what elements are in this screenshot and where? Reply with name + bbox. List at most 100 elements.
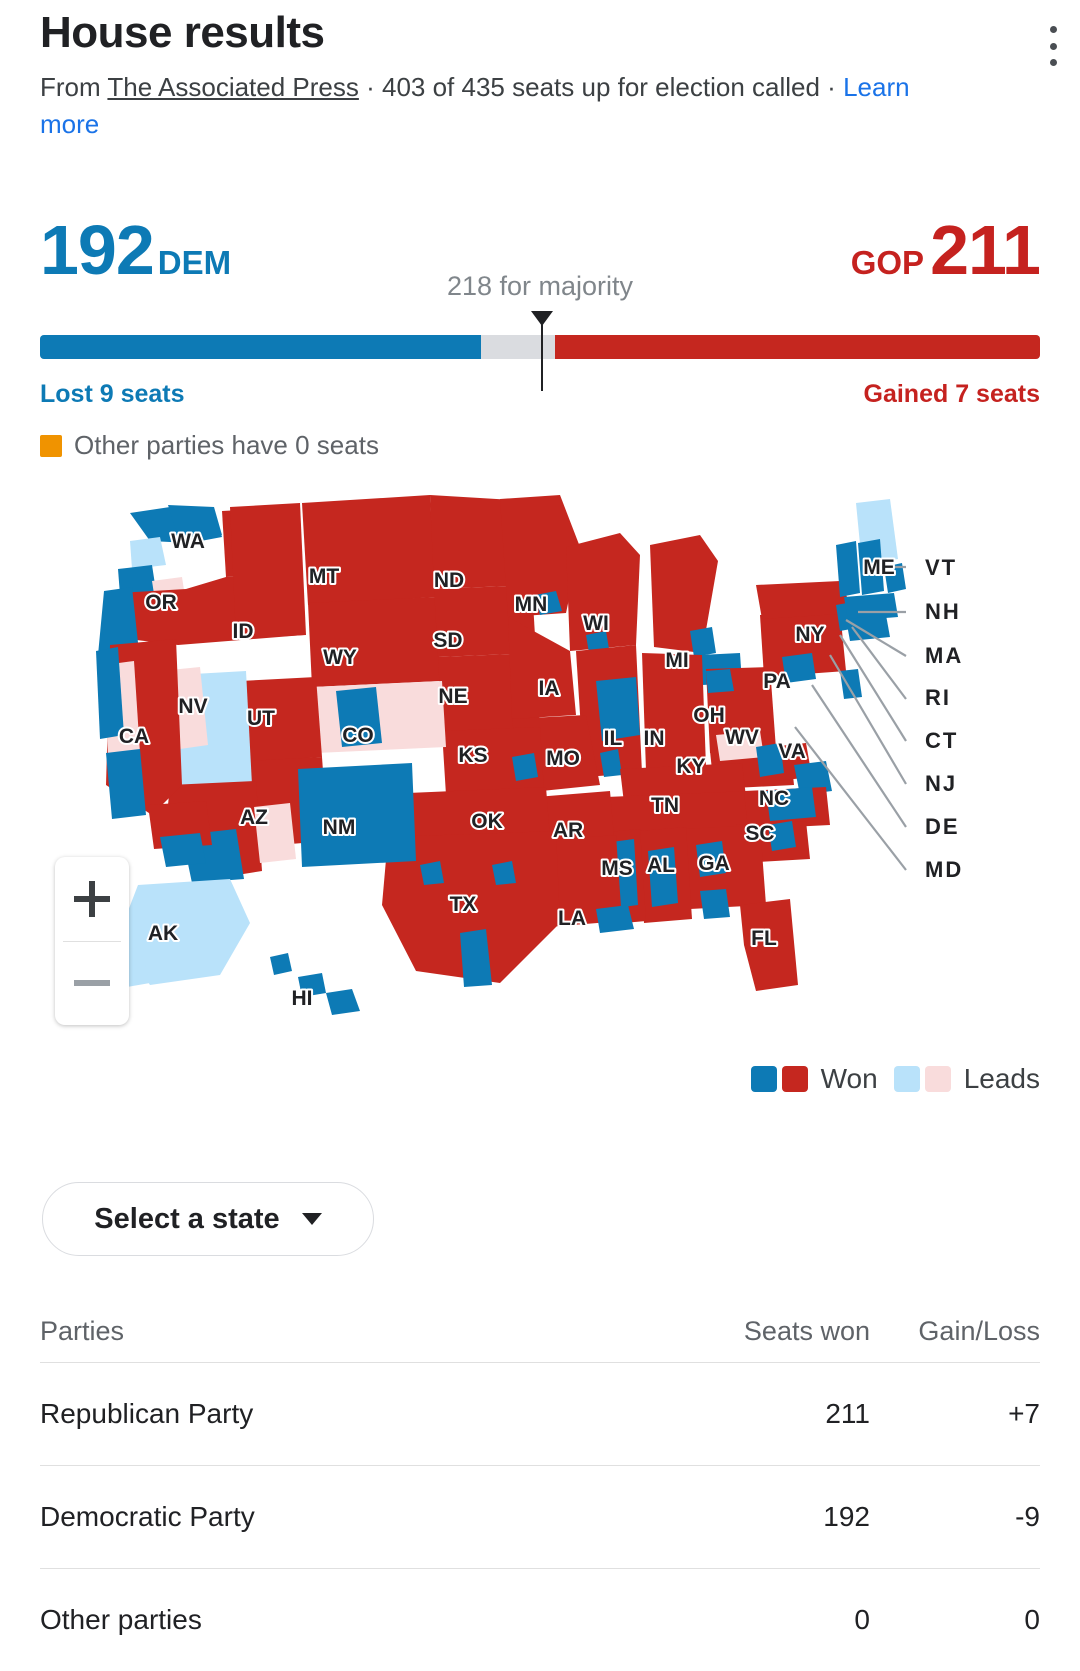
table-row: Republican Party 211 +7 bbox=[40, 1363, 1040, 1465]
map-svg[interactable]: WA OR ID MT WY ND SD NE MN IA WI MI IL IN OH PA NY WV VA KY… bbox=[0, 485, 1080, 1065]
map-state-label-tx: TX bbox=[450, 893, 477, 916]
source-prefix: From bbox=[40, 71, 108, 102]
map-state-label-nc: NC bbox=[759, 787, 789, 810]
map-state-label-or: OR bbox=[145, 591, 177, 614]
map-state-label-sd: SD bbox=[433, 629, 462, 652]
other-parties-note: Other parties have 0 seats bbox=[40, 430, 379, 461]
table-row: Other parties 0 0 bbox=[40, 1569, 1040, 1671]
cell-party-name: Republican Party bbox=[40, 1398, 254, 1429]
majority-note: 218 for majority bbox=[446, 271, 634, 301]
map-state-label-sc: SC bbox=[745, 822, 774, 845]
zoom-control-divider bbox=[63, 941, 121, 942]
other-party-swatch-icon bbox=[40, 434, 62, 457]
map-state-label-wv: WV bbox=[725, 726, 759, 749]
map-legend-item-leads: Leads bbox=[893, 1063, 1040, 1095]
map-state-label-me: ME bbox=[863, 556, 895, 579]
majority-marker-arrow bbox=[531, 311, 554, 326]
chevron-down-icon bbox=[301, 1213, 322, 1225]
map-state-label-ms: MS bbox=[601, 857, 633, 880]
plus-icon bbox=[74, 881, 110, 917]
bar-segment-dem bbox=[40, 335, 482, 359]
cell-party-name: Democratic Party bbox=[40, 1501, 255, 1532]
map-state-label-oh: OH bbox=[693, 704, 725, 727]
table-row: Democratic Party 192 -9 bbox=[40, 1466, 1040, 1568]
map-state-label-al: AL bbox=[647, 854, 675, 877]
seat-progress-bar bbox=[40, 311, 1040, 391]
map-callout-label-ma: MA bbox=[925, 643, 963, 668]
column-header-gain-loss: Gain/Loss bbox=[918, 1315, 1040, 1346]
kebab-menu-icon[interactable] bbox=[1036, 22, 1070, 70]
page-title: House results bbox=[40, 8, 325, 57]
map-state-label-ca: CA bbox=[119, 725, 149, 748]
map-callout-label-nh: NH bbox=[925, 599, 961, 624]
map-callout-label-ri: RI bbox=[925, 685, 951, 710]
map-state-label-pa: PA bbox=[763, 670, 791, 693]
other-parties-text: Other parties have 0 seats bbox=[74, 430, 379, 460]
map-legend-item-won: Won bbox=[750, 1063, 878, 1095]
card-header: House results From The Associated Press … bbox=[40, 8, 1040, 144]
map-legend-label: Won bbox=[820, 1063, 878, 1094]
map-state-label-ak: AK bbox=[148, 922, 178, 945]
map-state-label-wi: WI bbox=[583, 612, 609, 635]
kebab-dot bbox=[1049, 59, 1057, 66]
select-a-state-label: Select a state bbox=[94, 1202, 280, 1235]
map-state-label-tn: TN bbox=[651, 794, 679, 817]
map-callout-labels: VT NH MA RI CT NJ DE MD bbox=[925, 555, 963, 882]
column-header-parties: Parties bbox=[40, 1315, 125, 1346]
bar-segment-gop bbox=[554, 335, 1040, 359]
map-state-label-ia: IA bbox=[539, 677, 560, 700]
map-state-label-mi: MI bbox=[665, 649, 688, 672]
map-state-label-mo: MO bbox=[546, 747, 580, 770]
map-zoom-control[interactable] bbox=[55, 857, 129, 1025]
map-state-label-ky: KY bbox=[676, 755, 705, 778]
legend-swatch-icon bbox=[893, 1066, 920, 1092]
table-header-row: Parties Seats won Gain/Loss bbox=[40, 1300, 1040, 1362]
seat-tally: 192 DEM GOP211 218 for majority Lost 9 se… bbox=[40, 215, 1041, 415]
map-state-label-in: IN bbox=[644, 727, 665, 750]
zoom-in-button[interactable] bbox=[55, 857, 129, 941]
cell-gain-loss: -9 bbox=[1015, 1501, 1040, 1532]
dem-seat-change: Lost 9 seats bbox=[40, 380, 185, 408]
cell-seats-won: 211 bbox=[825, 1398, 870, 1429]
gop-seat-change: Gained 7 seats bbox=[863, 380, 1040, 408]
source-link[interactable]: The Associated Press bbox=[107, 72, 358, 102]
map-state-label-ks: KS bbox=[458, 744, 487, 767]
map-state-label-co: CO bbox=[342, 724, 374, 747]
map-state-label-hi: HI bbox=[292, 987, 313, 1010]
table-body: Republican Party 211 +7 Democratic Party 192… bbox=[40, 1363, 1040, 1671]
minus-icon bbox=[74, 980, 110, 986]
parties-results-table: Parties Seats won Gain/Loss Republican P… bbox=[40, 1300, 1040, 1671]
map-state-label-nd: ND bbox=[434, 569, 464, 592]
map-state-label-wa: WA bbox=[171, 530, 205, 553]
map-state-label-ny: NY bbox=[795, 623, 824, 646]
map-state-label-id: ID bbox=[233, 620, 254, 643]
zoom-out-button[interactable] bbox=[55, 941, 129, 1025]
map-state-label-mn: MN bbox=[515, 593, 548, 616]
map-state-label-va: VA bbox=[778, 740, 806, 763]
map-state-label-ut: UT bbox=[247, 707, 275, 730]
bar-track bbox=[40, 335, 1040, 359]
kebab-dot bbox=[1049, 26, 1057, 33]
us-results-map[interactable]: WA OR ID MT WY ND SD NE MN IA WI MI IL IN OH PA NY WV VA KY… bbox=[0, 485, 1080, 1065]
map-callout-label-vt: VT bbox=[925, 555, 957, 580]
select-a-state-button[interactable]: Select a state bbox=[42, 1182, 374, 1256]
map-callout-label-ct: CT bbox=[925, 728, 958, 753]
map-legend-label: Leads bbox=[963, 1063, 1040, 1094]
cell-seats-won: 192 bbox=[823, 1501, 870, 1532]
map-state-label-la: LA bbox=[558, 907, 586, 930]
map-legend: Won Leads bbox=[750, 1063, 1040, 1095]
map-state-label-az: AZ bbox=[240, 806, 268, 829]
map-state-label-ne: NE bbox=[438, 685, 467, 708]
cell-seats-won: 0 bbox=[854, 1604, 870, 1635]
map-state-label-wy: WY bbox=[323, 646, 357, 669]
house-results-card: House results From The Associated Press … bbox=[0, 0, 1080, 1645]
map-callout-label-nj: NJ bbox=[925, 771, 957, 796]
map-state-label-il: IL bbox=[604, 727, 623, 750]
cell-gain-loss: 0 bbox=[1024, 1604, 1040, 1635]
legend-swatch-icon bbox=[924, 1066, 951, 1092]
map-state-label-nv: NV bbox=[178, 695, 207, 718]
map-callout-label-md: MD bbox=[925, 857, 963, 882]
source-suffix: · 403 of 435 seats up for election calle… bbox=[358, 71, 844, 102]
legend-swatch-icon bbox=[750, 1066, 777, 1092]
map-state-label-fl: FL bbox=[751, 927, 777, 950]
